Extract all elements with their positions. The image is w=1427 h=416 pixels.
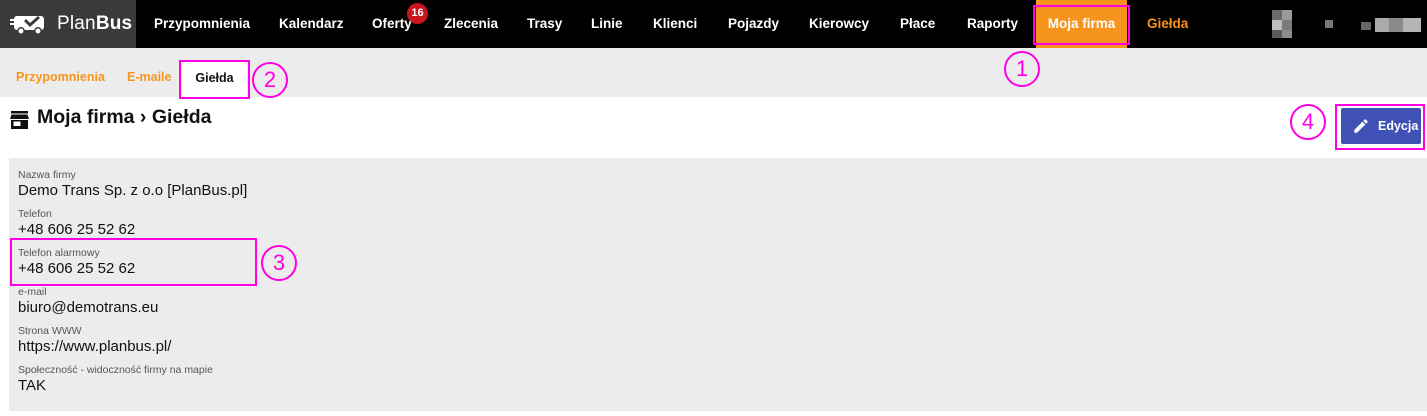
user-avatar-pixelated[interactable] — [1272, 10, 1306, 38]
offers-count-badge: 16 — [407, 3, 428, 24]
field-value-map-visibility: TAK — [18, 377, 47, 394]
nav-item-raporty[interactable]: Raporty — [967, 0, 1018, 48]
annotation-marker-4: 4 — [1290, 104, 1326, 140]
nav-item-kalendarz[interactable]: Kalendarz — [279, 0, 344, 48]
page-title: Moja firma › Giełda — [37, 106, 212, 128]
field-value-phone: +48 606 25 52 62 — [18, 221, 136, 238]
field-value-email: biuro@demotrans.eu — [18, 299, 159, 316]
highlight-box-gielda-tab — [179, 60, 250, 99]
field-label-phone: Telefon — [18, 208, 52, 220]
annotation-marker-3: 3 — [261, 245, 297, 281]
nav-item-kierowcy[interactable]: Kierowcy — [809, 0, 869, 48]
nav-item-place[interactable]: Płace — [900, 0, 935, 48]
nav-item-linie[interactable]: Linie — [591, 0, 623, 48]
field-label-map-visibility: Społeczność - widoczność firmy na mapie — [18, 364, 213, 376]
subtab-przypomnienia[interactable]: Przypomnienia — [16, 48, 105, 97]
user-menu-pixelated[interactable] — [1325, 10, 1333, 38]
store-icon — [10, 111, 29, 129]
highlight-box-edit-button — [1335, 104, 1425, 150]
field-label-company-name: Nazwa firmy — [18, 169, 76, 181]
nav-item-przypomnienia[interactable]: Przypomnienia — [154, 0, 250, 48]
annotation-marker-1: 1 — [1004, 51, 1040, 87]
app-logo[interactable]: PlanBus — [0, 0, 136, 48]
field-label-website: Strona WWW — [18, 325, 82, 337]
annotation-marker-2: 2 — [252, 62, 288, 98]
logo-text-plan: Plan — [57, 13, 96, 34]
nav-item-pojazdy[interactable]: Pojazdy — [728, 0, 779, 48]
bus-logo-icon — [10, 16, 44, 35]
logo-text: PlanBus — [57, 13, 132, 35]
nav-item-gielda[interactable]: Giełda — [1147, 0, 1188, 48]
nav-item-zlecenia[interactable]: Zlecenia — [444, 0, 498, 48]
field-label-email: e-mail — [18, 286, 47, 298]
field-value-company-name: Demo Trans Sp. z o.o [PlanBus.pl] — [18, 182, 248, 199]
nav-item-oferty[interactable]: Oferty — [372, 0, 412, 48]
highlight-box-emergency-phone — [10, 238, 257, 286]
nav-item-klienci[interactable]: Klienci — [653, 0, 697, 48]
subtab-e-maile[interactable]: E-maile — [127, 48, 171, 97]
user-name-pixelated[interactable] — [1361, 10, 1421, 38]
field-value-website: https://www.planbus.pl/ — [18, 338, 172, 355]
nav-item-trasy[interactable]: Trasy — [527, 0, 562, 48]
logo-text-bus: Bus — [95, 13, 133, 34]
highlight-box-moja-firma — [1033, 5, 1130, 45]
